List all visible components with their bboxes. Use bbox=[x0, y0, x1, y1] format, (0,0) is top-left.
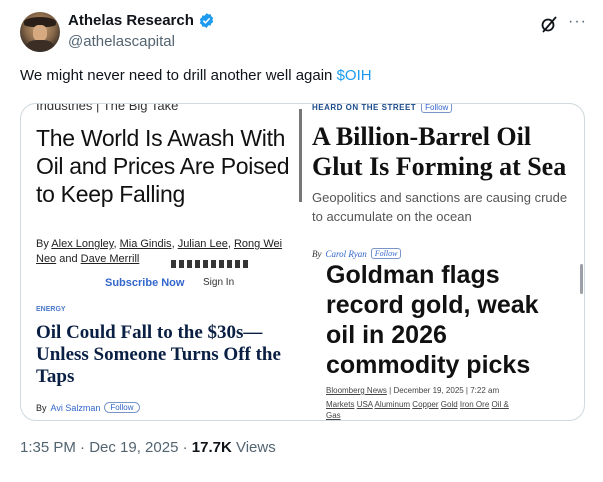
article1-kicker: Industries | The Big Take bbox=[36, 103, 179, 113]
author-handle[interactable]: @athelascapital bbox=[68, 33, 175, 50]
tag-link: Aluminum bbox=[374, 400, 411, 409]
article3-kicker: ENERGY bbox=[36, 306, 66, 313]
article2-byline: By Carol Ryan Follow bbox=[312, 248, 402, 259]
avatar-face bbox=[33, 25, 47, 41]
tag-link: USA bbox=[356, 400, 373, 409]
author-name-row[interactable]: Athelas Research bbox=[68, 12, 215, 29]
tag-link: Gold bbox=[440, 400, 458, 409]
scrollbar bbox=[580, 264, 583, 294]
views-label: Views bbox=[231, 439, 276, 456]
article2-dek: Geopolitics and sanctions are causing cr… bbox=[312, 190, 568, 224]
tag-link: Iron Ore bbox=[459, 400, 490, 409]
column-divider bbox=[299, 109, 302, 202]
follow-pill: Follow bbox=[104, 402, 140, 413]
article4-title: Goldman flags record gold, weak oil in 2… bbox=[326, 261, 539, 379]
follow-pill: Follow bbox=[370, 248, 402, 259]
article4-tags: Markets USA Aluminum Copper Gold Iron Or… bbox=[326, 399, 566, 420]
article3-byline: By Avi Salzman Follow bbox=[36, 402, 140, 413]
author-name[interactable]: Athelas Research bbox=[68, 12, 194, 29]
author-link: Carol Ryan bbox=[325, 248, 367, 259]
clipped-text-fragment bbox=[171, 260, 251, 268]
tweet-text: We might never need to drill another wel… bbox=[20, 67, 372, 84]
tag-link: Oil & bbox=[491, 400, 509, 409]
article2-kicker-row: HEARD ON THE STREET Follow bbox=[312, 103, 453, 113]
article2-kicker: HEARD ON THE STREET bbox=[312, 103, 417, 112]
author-link: Dave Merrill bbox=[80, 253, 140, 265]
author-link: Alex Longley bbox=[51, 238, 114, 250]
cashtag-link[interactable]: $OIH bbox=[337, 67, 372, 84]
avatar-body bbox=[26, 40, 54, 52]
grok-icon[interactable] bbox=[539, 14, 559, 34]
tweet-timestamp: 1:35 PM · Dec 19, 2025 · 17.7K Views bbox=[20, 439, 276, 456]
article4-meta: Bloomberg News | December 19, 2025 | 7:2… bbox=[326, 386, 499, 395]
more-options-icon[interactable]: ··· bbox=[568, 13, 590, 33]
author-link: Avi Salzman bbox=[50, 402, 101, 413]
article4-date: | December 19, 2025 | 7:22 am bbox=[386, 386, 500, 395]
byline-prefix: By bbox=[36, 402, 47, 413]
avatar[interactable] bbox=[20, 12, 60, 52]
views-count: 17.7K bbox=[191, 439, 232, 456]
byline-prefix: By bbox=[36, 238, 52, 250]
verified-badge-icon bbox=[199, 13, 214, 28]
article3-title: Oil Could Fall to the $30s—Unless Someon… bbox=[36, 322, 281, 387]
article1-byline: By Alex Longley, Mia Gindis, Julian Lee,… bbox=[36, 238, 283, 265]
signin-link: Sign In bbox=[203, 277, 235, 288]
source-link: Bloomberg News bbox=[326, 386, 387, 395]
byline-prefix: By bbox=[312, 248, 322, 259]
follow-pill: Follow bbox=[421, 104, 453, 113]
article1-title: The World Is Awash With Oil and Prices A… bbox=[36, 125, 290, 207]
tag-link: Gas bbox=[326, 411, 341, 420]
subscribe-link: Subscribe Now bbox=[105, 277, 185, 289]
post-time[interactable]: 1:35 PM · Dec 19, 2025 · bbox=[20, 439, 192, 456]
article2-title: A Billion-Barrel Oil Glut Is Forming at … bbox=[312, 122, 567, 181]
author-link: Mia Gindis bbox=[119, 238, 172, 250]
tweet-image-card[interactable]: Industries | The Big Take The World Is A… bbox=[20, 103, 585, 421]
tweet-body: We might never need to drill another wel… bbox=[20, 67, 337, 84]
tag-link: Markets bbox=[326, 400, 355, 409]
author-link: Julian Lee bbox=[177, 238, 228, 250]
tag-link: Copper bbox=[412, 400, 439, 409]
